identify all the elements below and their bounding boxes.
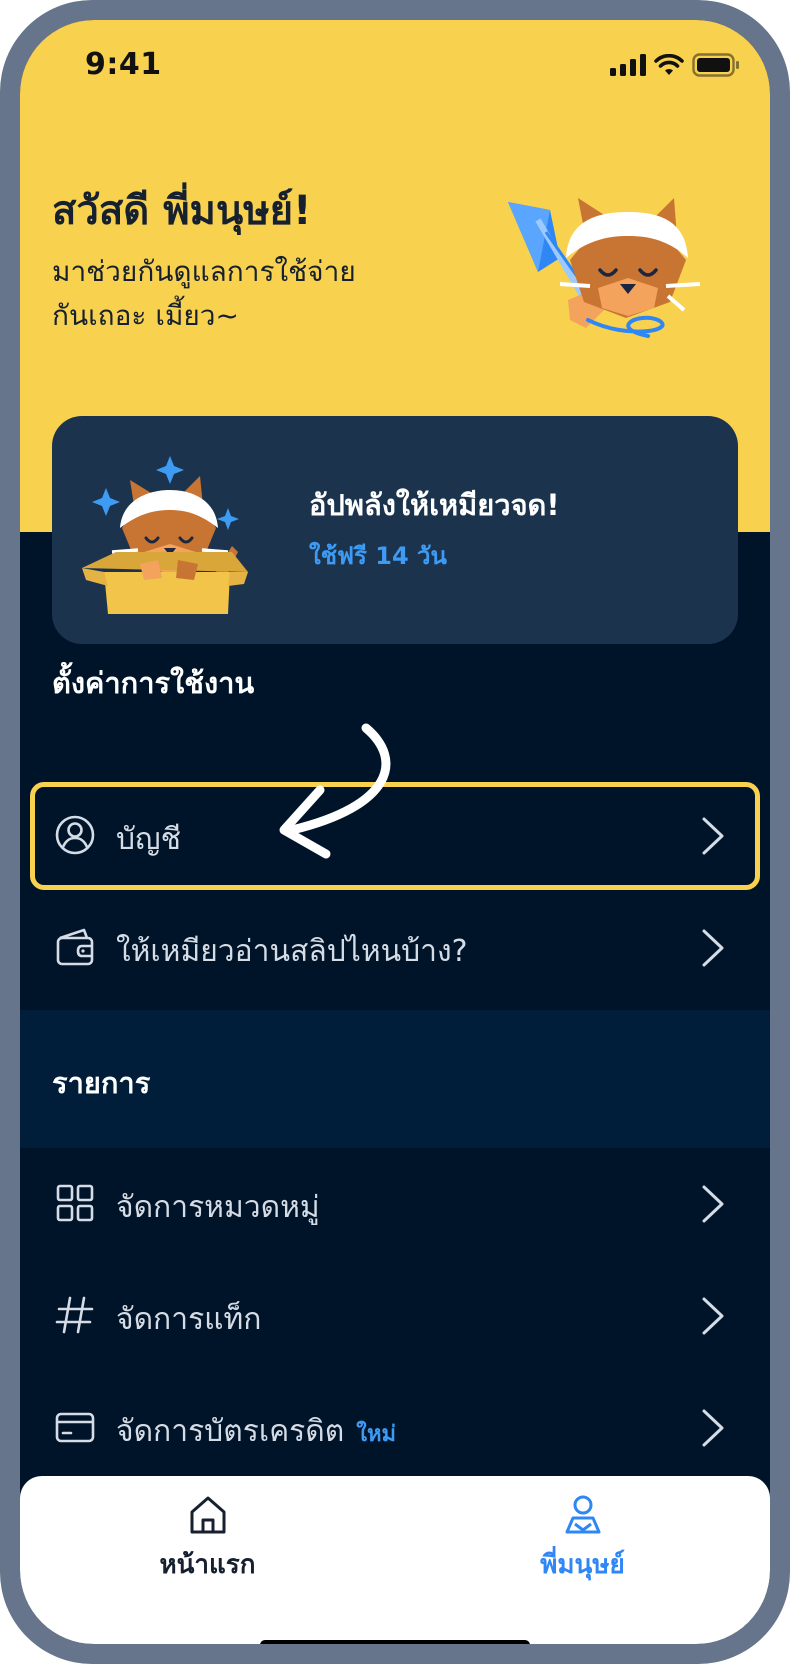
home-icon <box>190 1496 226 1534</box>
settings-row-label: ให้เหมียวอ่านสลิปไหนบ้าง? <box>116 934 468 969</box>
home-indicator <box>260 1640 530 1644</box>
cat-in-box-illustration <box>82 456 248 614</box>
tab-home[interactable]: หน้าแรก <box>20 1476 395 1586</box>
pointing-arrow-icon <box>279 723 391 859</box>
app-screen: 9:41 สวัสดี พี่มนุษย์! มาช่วยกันดูแลการใ… <box>20 20 770 1644</box>
profile-icon <box>565 1495 601 1534</box>
greeting-subtitle: มาช่วยกันดูแลการใช้จ่าย กันเถอะ เมี้ยว~ <box>52 250 452 338</box>
new-badge: ใหม่ <box>356 1422 396 1447</box>
chevron-right-icon <box>702 1297 724 1335</box>
wifi-icon <box>654 54 684 75</box>
chevron-right-icon <box>702 929 724 967</box>
wallet-icon <box>56 928 94 966</box>
tab-profile[interactable]: พี่มนุษย์ <box>395 1476 770 1586</box>
bottom-tab-bar: หน้าแรก พี่มนุษย์ <box>20 1476 770 1644</box>
tab-profile-label: พี่มนุษย์ <box>540 1550 625 1580</box>
chevron-right-icon <box>702 1409 724 1447</box>
status-time: 9:41 <box>85 47 162 82</box>
greeting-title: สวัสดี พี่มนุษย์! <box>52 188 312 234</box>
credit-card-row-text: จัดการบัตรเครดิต <box>116 1414 345 1449</box>
promo-title: อัปพลังให้เหมียวจด! <box>309 488 560 522</box>
list-row-categories[interactable]: จัดการหมวดหมู่ <box>20 1148 770 1258</box>
device-frame: 9:41 สวัสดี พี่มนุษย์! มาช่วยกันดูแลการใ… <box>0 0 790 1664</box>
battery-icon <box>692 53 739 77</box>
list-row-label: จัดการแท็ก <box>116 1302 262 1337</box>
upgrade-promo-card[interactable]: อัปพลังให้เหมียวจด! ใช้ฟรี 14 วัน <box>52 416 738 644</box>
greeting-subtitle-line: มาช่วยกันดูแลการใช้จ่าย <box>52 255 356 288</box>
list-section-title: รายการ <box>52 1066 151 1100</box>
list-row-label: จัดการหมวดหมู่ <box>116 1190 320 1225</box>
settings-row-slip-sources[interactable]: ให้เหมียวอ่านสลิปไหนบ้าง? <box>20 892 770 1002</box>
list-row-credit-cards[interactable]: จัดการบัตรเครดิต ใหม่ <box>20 1372 770 1482</box>
settings-section-title: ตั้งค่าการใช้งาน <box>52 666 255 700</box>
hashtag-icon <box>55 1296 94 1334</box>
promo-trial-link[interactable]: ใช้ฟรี 14 วัน <box>309 536 447 575</box>
cellular-signal-icon <box>610 54 646 76</box>
list-row-tags[interactable]: จัดการแท็ก <box>20 1260 770 1370</box>
chevron-right-icon <box>702 1185 724 1223</box>
greeting-subtitle-line: กันเถอะ เมี้ยว~ <box>52 299 239 332</box>
credit-card-icon <box>55 1412 95 1443</box>
status-icons <box>610 53 740 77</box>
status-bar: 9:41 <box>20 20 770 110</box>
tab-home-label: หน้าแรก <box>159 1550 256 1580</box>
cat-mascot-illustration <box>508 198 701 338</box>
grid-icon <box>56 1184 94 1222</box>
list-row-label: จัดการบัตรเครดิต ใหม่ <box>116 1408 396 1455</box>
